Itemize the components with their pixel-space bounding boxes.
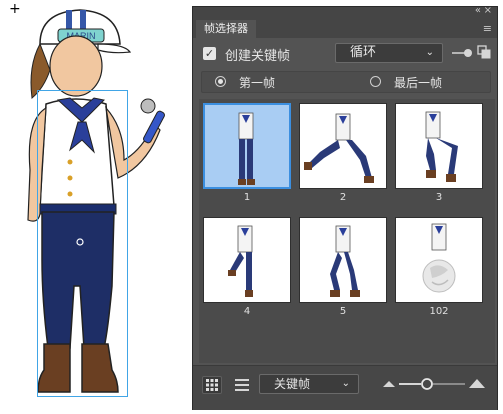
small-mountain-icon (383, 381, 395, 387)
loop-dropdown-value: 循环 (350, 45, 377, 60)
frame-thumbnail[interactable] (299, 217, 387, 303)
frame-figure-walking (330, 225, 360, 297)
selection-bounding-box[interactable] (37, 90, 128, 397)
first-frame-radio[interactable] (215, 76, 226, 87)
frame-picker-panel: « × 帧选择器 ≡ ✓ 创建关键帧 循环 ⌄ 第一帧 最后一帧 1 2 3 4… (192, 5, 498, 410)
tab-frame-picker[interactable]: 帧选择器 (196, 20, 256, 38)
loop-dropdown[interactable]: 循环 ⌄ (335, 43, 443, 63)
frame-thumbnail[interactable] (395, 217, 483, 303)
panel-tab-bar: 帧选择器 ≡ (193, 18, 497, 38)
frame-item[interactable]: 2 (299, 103, 387, 211)
frame-thumbnail[interactable] (203, 217, 291, 303)
collapse-panel-icon[interactable]: « (475, 5, 481, 16)
frame-figure-spinning (422, 223, 456, 293)
frame-figure-kicking (228, 225, 253, 297)
frame-number: 5 (339, 306, 347, 317)
chevron-down-icon: ⌄ (341, 378, 350, 389)
chevron-down-icon: ⌄ (425, 47, 434, 58)
stage-canvas[interactable]: + MARIN (0, 0, 196, 414)
grid-view-button[interactable] (202, 376, 222, 394)
grid-view-icon (206, 379, 218, 391)
panel-bottom-bar: 关键帧 ⌄ (193, 365, 497, 410)
frame-position-radio-group: 第一帧 最后一帧 (201, 71, 491, 93)
frame-number: 2 (339, 192, 347, 203)
last-frame-radio[interactable] (370, 76, 381, 87)
frame-number: 1 (243, 192, 251, 203)
frame-item[interactable]: 102 (395, 217, 483, 325)
frame-figure-kneeling (304, 113, 374, 183)
frame-item[interactable]: 5 (299, 217, 387, 325)
options-row: ✓ 创建关键帧 循环 ⌄ (193, 41, 497, 67)
pin-toggle-icon[interactable] (451, 48, 473, 58)
frame-thumbnail[interactable] (299, 103, 387, 189)
frame-item[interactable]: 4 (203, 217, 291, 325)
frame-item[interactable]: 3 (395, 103, 483, 211)
frame-thumbnail[interactable] (203, 103, 291, 189)
frame-number: 3 (435, 192, 443, 203)
slider-thumb (421, 378, 433, 390)
frame-figure-crouching (425, 111, 458, 182)
create-keyframe-checkbox[interactable]: ✓ (203, 47, 216, 60)
frame-thumbnail-grid: 1 2 3 4 5 102 (199, 99, 495, 363)
last-frame-label: 最后一帧 (394, 76, 443, 90)
list-view-icon[interactable] (233, 377, 251, 393)
frame-number: 4 (243, 306, 251, 317)
panel-menu-icon[interactable]: ≡ (483, 22, 492, 35)
frame-number: 102 (429, 306, 449, 317)
large-mountain-icon (469, 379, 485, 388)
thumbnail-size-slider[interactable] (381, 376, 489, 392)
frame-figure-standing (238, 112, 255, 185)
keyframe-filter-dropdown[interactable]: 关键帧 ⌄ (259, 374, 359, 394)
keyframe-filter-value: 关键帧 (274, 377, 311, 391)
frame-thumbnail[interactable] (395, 103, 483, 189)
first-frame-label: 第一帧 (239, 76, 276, 90)
panel-header-strip: « × (193, 5, 497, 18)
close-panel-icon[interactable]: × (484, 5, 492, 16)
frame-item[interactable]: 1 (203, 103, 291, 211)
create-keyframe-label: 创建关键帧 (225, 49, 291, 64)
copy-frames-icon[interactable] (477, 45, 491, 59)
